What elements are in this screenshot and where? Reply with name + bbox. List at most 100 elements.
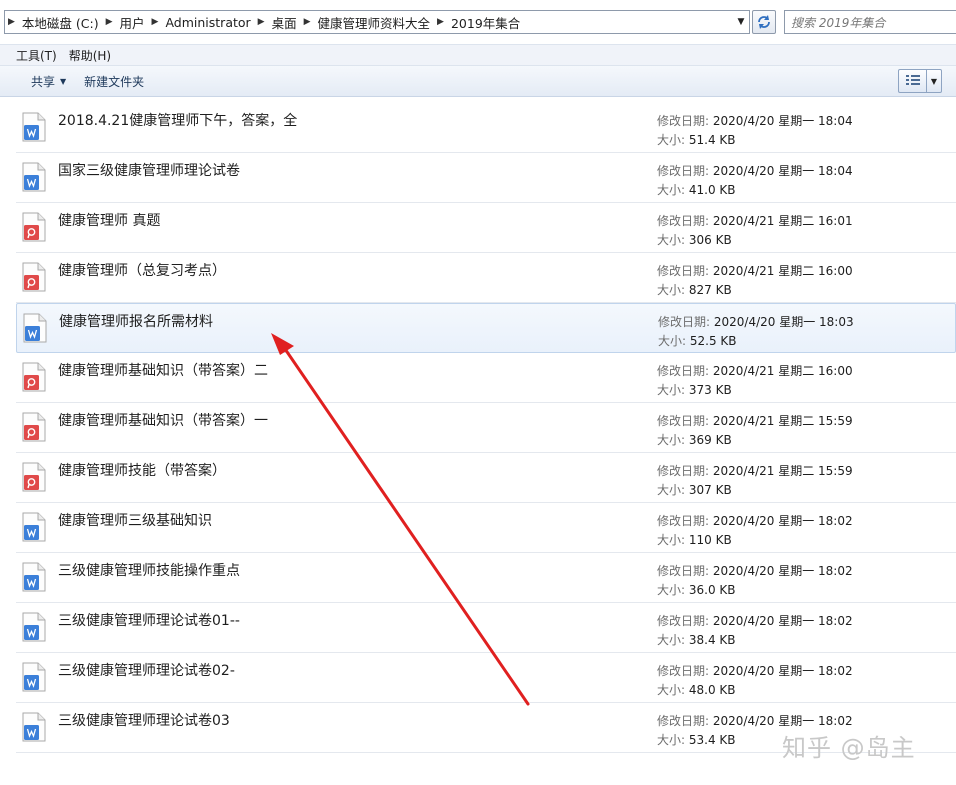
file-size: 大小: 306 KB	[657, 231, 732, 248]
address-dropdown-icon[interactable]: ▼	[733, 11, 749, 33]
menu-tools[interactable]: 工具(T)	[10, 47, 63, 64]
date-label: 修改日期:	[657, 614, 710, 628]
date-value: 2020/4/20 星期一 18:02	[712, 714, 853, 728]
date-value: 2020/4/20 星期一 18:02	[712, 514, 853, 528]
size-label: 大小:	[657, 433, 686, 447]
file-row[interactable]: 健康管理师三级基础知识 修改日期: 2020/4/20 星期一 18:02 大小: …	[16, 503, 956, 553]
file-modified-date: 修改日期: 2020/4/20 星期一 18:02	[657, 712, 853, 729]
breadcrumb-health-folder[interactable]: 健康管理师资料大全	[314, 11, 435, 33]
menu-help[interactable]: 帮助(H)	[63, 47, 117, 64]
refresh-icon	[758, 15, 770, 29]
chevron-right-icon[interactable]: ▶	[255, 17, 268, 27]
file-row[interactable]: 2018.4.21健康管理师下午，答案，全 修改日期: 2020/4/20 星期一…	[16, 103, 956, 153]
view-dropdown-icon[interactable]: ▼	[927, 70, 941, 92]
file-row[interactable]: 健康管理师（总复习考点） 修改日期: 2020/4/21 星期二 16:00 大小:…	[16, 253, 956, 303]
file-modified-date: 修改日期: 2020/4/20 星期一 18:03	[658, 313, 854, 330]
file-name[interactable]: 健康管理师基础知识（带答案）一	[58, 410, 268, 430]
file-row[interactable]: 国家三级健康管理师理论试卷 修改日期: 2020/4/20 星期一 18:04 大小…	[16, 153, 956, 203]
file-row[interactable]: 健康管理师 真题 修改日期: 2020/4/21 星期二 16:01 大小: 306…	[16, 203, 956, 253]
details-view-icon[interactable]	[899, 70, 927, 92]
date-label: 修改日期:	[657, 514, 710, 528]
file-name[interactable]: 健康管理师（总复习考点）	[58, 260, 226, 280]
file-name[interactable]: 健康管理师报名所需材料	[59, 311, 213, 331]
chevron-right-icon[interactable]: ▶	[301, 17, 314, 27]
file-name[interactable]: 国家三级健康管理师理论试卷	[58, 160, 240, 180]
word-file-icon	[22, 112, 46, 142]
file-row[interactable]: 健康管理师基础知识（带答案）二 修改日期: 2020/4/21 星期二 16:00…	[16, 353, 956, 403]
word-file-icon	[23, 313, 47, 343]
size-value: 306 KB	[688, 233, 732, 247]
size-label: 大小:	[657, 233, 686, 247]
file-name[interactable]: 三级健康管理师理论试卷02-	[58, 660, 235, 680]
file-row[interactable]: 三级健康管理师技能操作重点 修改日期: 2020/4/20 星期一 18:02 大小…	[16, 553, 956, 603]
breadcrumb-desktop[interactable]: 桌面	[268, 11, 301, 33]
breadcrumb-administrator[interactable]: Administrator	[161, 11, 254, 33]
pdf-file-icon	[22, 362, 46, 392]
pdf-file-icon	[22, 212, 46, 242]
watermark: 知乎 @岛主	[782, 734, 916, 762]
breadcrumb-2019-folder[interactable]: 2019年集合	[447, 11, 524, 33]
chevron-right-icon[interactable]: ▶	[5, 17, 18, 27]
date-value: 2020/4/20 星期一 18:02	[712, 614, 853, 628]
file-name[interactable]: 健康管理师基础知识（带答案）二	[58, 360, 268, 380]
file-row[interactable]: 三级健康管理师理论试卷01-- 修改日期: 2020/4/20 星期一 18:02…	[16, 603, 956, 653]
date-value: 2020/4/20 星期一 18:02	[712, 664, 853, 678]
size-value: 48.0 KB	[688, 683, 736, 697]
file-row[interactable]: 健康管理师技能（带答案） 修改日期: 2020/4/21 星期二 15:59 大小:…	[16, 453, 956, 503]
menu-bar: 工具(T) 帮助(H)	[0, 44, 956, 66]
file-modified-date: 修改日期: 2020/4/20 星期一 18:02	[657, 562, 853, 579]
file-name[interactable]: 三级健康管理师理论试卷01--	[58, 610, 240, 630]
file-modified-date: 修改日期: 2020/4/20 星期一 18:04	[657, 112, 853, 129]
date-label: 修改日期:	[657, 164, 710, 178]
file-row[interactable]: 健康管理师基础知识（带答案）一 修改日期: 2020/4/21 星期二 15:59…	[16, 403, 956, 453]
file-modified-date: 修改日期: 2020/4/21 星期二 16:00	[657, 362, 853, 379]
address-row: ▶ 本地磁盘 (C:) ▶ 用户 ▶ Administrator ▶ 桌面 ▶ …	[0, 0, 956, 44]
word-file-icon	[22, 712, 46, 742]
change-view-button[interactable]: ▼	[898, 69, 942, 93]
date-label: 修改日期:	[657, 264, 710, 278]
word-file-icon	[22, 562, 46, 592]
date-value: 2020/4/21 星期二 15:59	[712, 464, 853, 478]
size-value: 827 KB	[688, 283, 732, 297]
chevron-down-icon: ▼	[60, 76, 67, 86]
file-size: 大小: 110 KB	[657, 531, 732, 548]
file-name[interactable]: 健康管理师技能（带答案）	[58, 460, 226, 480]
breadcrumb-users[interactable]: 用户	[116, 11, 149, 33]
share-button[interactable]: 共享 ▼	[22, 70, 75, 92]
file-name[interactable]: 健康管理师 真题	[58, 210, 160, 230]
file-name[interactable]: 健康管理师三级基础知识	[58, 510, 212, 530]
size-value: 53.4 KB	[688, 733, 736, 747]
size-label: 大小:	[657, 183, 686, 197]
breadcrumb-local-disk[interactable]: 本地磁盘 (C:)	[18, 11, 103, 33]
date-value: 2020/4/20 星期一 18:03	[713, 315, 854, 329]
new-folder-label: 新建文件夹	[84, 74, 145, 89]
file-size: 大小: 52.5 KB	[658, 332, 737, 349]
size-label: 大小:	[657, 383, 686, 397]
file-name[interactable]: 三级健康管理师理论试卷03	[58, 710, 230, 730]
file-name[interactable]: 三级健康管理师技能操作重点	[58, 560, 240, 580]
chevron-right-icon[interactable]: ▶	[149, 17, 162, 27]
file-name[interactable]: 2018.4.21健康管理师下午，答案，全	[58, 110, 297, 130]
file-size: 大小: 48.0 KB	[657, 681, 736, 698]
date-value: 2020/4/21 星期二 16:00	[712, 364, 853, 378]
size-value: 41.0 KB	[688, 183, 736, 197]
new-folder-button[interactable]: 新建文件夹	[75, 70, 153, 92]
search-input[interactable]: 搜索 2019年集合	[784, 10, 956, 34]
file-modified-date: 修改日期: 2020/4/21 星期二 16:00	[657, 262, 853, 279]
refresh-button[interactable]	[752, 10, 776, 34]
file-row[interactable]: 健康管理师报名所需材料 修改日期: 2020/4/20 星期一 18:03 大小: …	[16, 303, 956, 353]
file-modified-date: 修改日期: 2020/4/20 星期一 18:04	[657, 162, 853, 179]
file-row[interactable]: 三级健康管理师理论试卷02- 修改日期: 2020/4/20 星期一 18:02 大…	[16, 653, 956, 703]
date-label: 修改日期:	[658, 315, 711, 329]
chevron-right-icon[interactable]: ▶	[434, 17, 447, 27]
size-value: 373 KB	[688, 383, 732, 397]
date-value: 2020/4/20 星期一 18:04	[712, 114, 853, 128]
file-size: 大小: 51.4 KB	[657, 131, 736, 148]
chevron-right-icon[interactable]: ▶	[103, 17, 116, 27]
date-value: 2020/4/20 星期一 18:04	[712, 164, 853, 178]
file-size: 大小: 53.4 KB	[657, 731, 736, 748]
pdf-file-icon	[22, 462, 46, 492]
file-modified-date: 修改日期: 2020/4/21 星期二 15:59	[657, 462, 853, 479]
address-bar[interactable]: ▶ 本地磁盘 (C:) ▶ 用户 ▶ Administrator ▶ 桌面 ▶ …	[4, 10, 750, 34]
date-value: 2020/4/21 星期二 16:01	[712, 214, 853, 228]
